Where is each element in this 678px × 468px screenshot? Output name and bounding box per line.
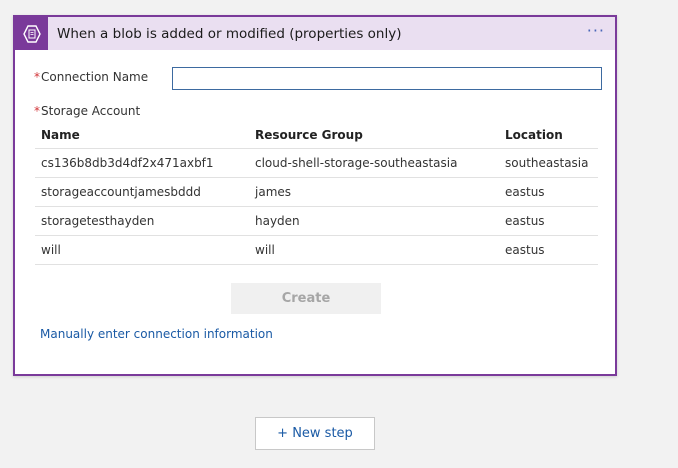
storage-account-label-text: Storage Account <box>41 104 141 118</box>
connection-name-input[interactable] <box>172 67 602 90</box>
table-header-row: Name Resource Group Location <box>35 121 598 149</box>
cell-name: cs136b8db3d4df2x471axbf1 <box>35 148 249 178</box>
manual-connection-link[interactable]: Manually enter connection information <box>40 327 273 341</box>
storage-account-table: Name Resource Group Location cs136b8db3d… <box>35 121 598 265</box>
trigger-card: When a blob is added or modified (proper… <box>13 15 617 376</box>
cell-location: eastus <box>499 177 598 207</box>
column-header-location[interactable]: Location <box>499 121 598 149</box>
cell-location: eastus <box>499 235 598 265</box>
cell-name: will <box>35 235 249 265</box>
required-marker: * <box>34 70 40 84</box>
table-row[interactable]: cs136b8db3d4df2x471axbf1 cloud-shell-sto… <box>35 148 598 178</box>
cell-location: southeastasia <box>499 148 598 178</box>
cell-resource-group: hayden <box>249 206 499 236</box>
table-row[interactable]: storagetesthayden hayden eastus <box>35 206 598 236</box>
column-header-resource-group[interactable]: Resource Group <box>249 121 499 149</box>
trigger-title: When a blob is added or modified (proper… <box>57 25 402 42</box>
storage-account-label: *Storage Account <box>34 104 140 118</box>
new-step-button[interactable]: + New step <box>255 417 375 450</box>
column-header-name[interactable]: Name <box>35 121 249 149</box>
trigger-card-header[interactable]: When a blob is added or modified (proper… <box>15 17 615 50</box>
required-marker: * <box>34 104 40 118</box>
cell-name: storagetesthayden <box>35 206 249 236</box>
table-row[interactable]: storageaccountjamesbddd james eastus <box>35 177 598 207</box>
cell-resource-group: will <box>249 235 499 265</box>
more-options-icon[interactable]: ··· <box>587 23 605 39</box>
cell-location: eastus <box>499 206 598 236</box>
storage-blob-icon <box>15 17 48 50</box>
connection-name-label-text: Connection Name <box>41 70 149 84</box>
cell-resource-group: cloud-shell-storage-southeastasia <box>249 148 499 178</box>
table-row[interactable]: will will eastus <box>35 235 598 265</box>
create-button[interactable]: Create <box>231 283 381 314</box>
cell-resource-group: james <box>249 177 499 207</box>
cell-name: storageaccountjamesbddd <box>35 177 249 207</box>
connection-name-label: *Connection Name <box>34 70 148 84</box>
